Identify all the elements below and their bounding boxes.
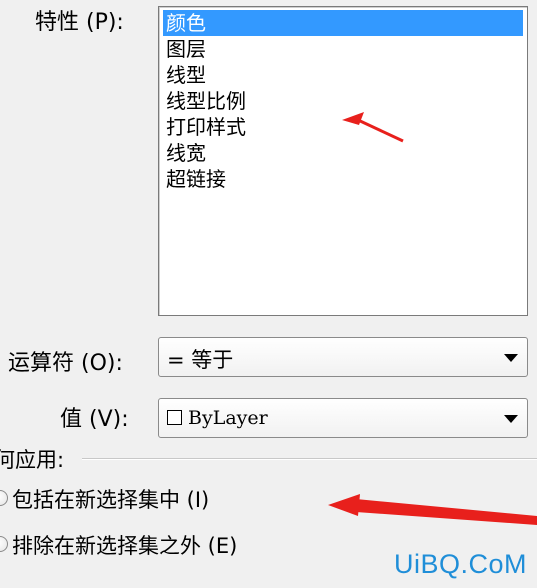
annotation-arrow-top [342, 112, 404, 143]
annotation-overlay [328, 112, 537, 525]
watermark-logo: UiBQ.CoM [393, 549, 527, 579]
annotation-arrow-bottom [328, 494, 537, 525]
